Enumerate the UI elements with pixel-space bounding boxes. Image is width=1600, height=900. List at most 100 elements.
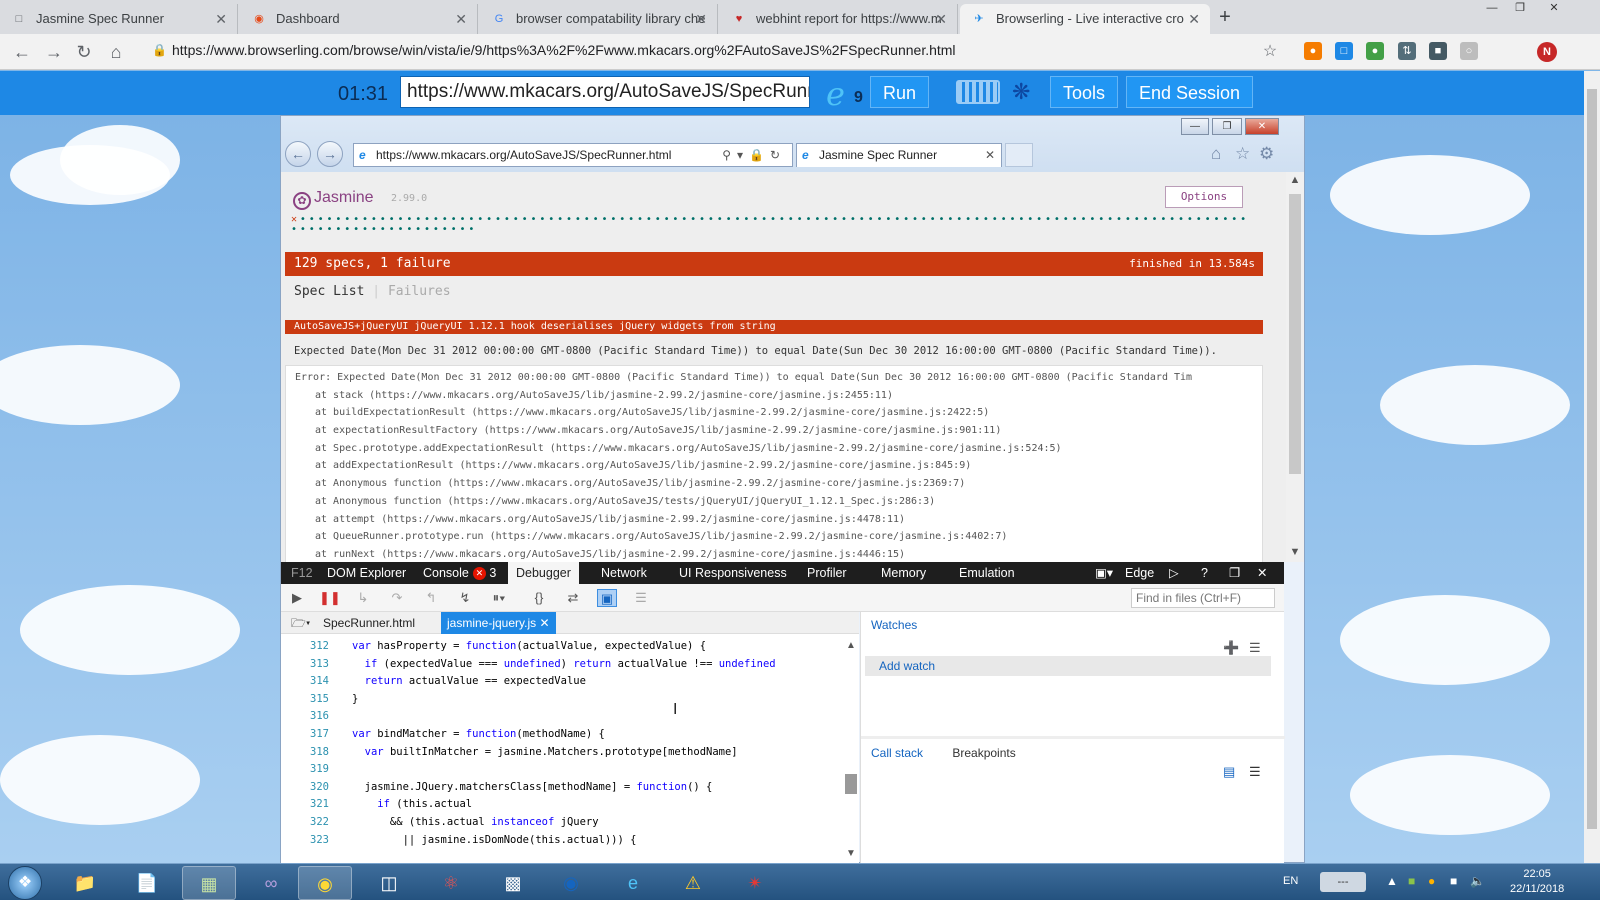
tab-profiler[interactable]: Profiler <box>799 562 855 584</box>
extension-icon[interactable]: ○ <box>1460 42 1478 60</box>
ie-back-icon[interactable]: ← <box>285 141 311 167</box>
line-number[interactable]: 317 <box>281 726 329 744</box>
language-indicator[interactable]: EN <box>1283 875 1298 887</box>
tab-debugger[interactable]: Debugger <box>508 562 579 584</box>
pretty-print-icon[interactable]: {} <box>529 589 549 607</box>
scroll-up-icon[interactable]: ▲ <box>843 640 859 651</box>
reload-icon[interactable]: ↻ <box>72 40 96 64</box>
ie-minimize-button[interactable]: — <box>1181 118 1209 135</box>
browser-tab[interactable]: □ Jasmine Spec Runner ✕ <box>0 4 238 34</box>
continue-icon[interactable]: ▶ <box>287 589 307 607</box>
ie-close-button[interactable]: ✕ <box>1245 118 1279 135</box>
internet-explorer-icon[interactable]: e <box>606 866 660 900</box>
engine-label[interactable]: Edge <box>1117 562 1162 584</box>
tab-dom-explorer[interactable]: DOM Explorer <box>319 562 414 584</box>
warning-app-icon[interactable]: ⚠ <box>666 866 720 900</box>
browserling-url-input[interactable]: https://www.mkacars.org/AutoSaveJS/SpecR… <box>400 76 810 108</box>
find-in-files-input[interactable]: Find in files (Ctrl+F) <box>1131 588 1275 608</box>
tools-button[interactable]: Tools <box>1050 76 1119 108</box>
maximize-button[interactable]: ❐ <box>1506 0 1534 18</box>
line-number[interactable]: 316 <box>281 708 329 726</box>
show-hidden-icons-icon[interactable]: ▲ <box>1386 874 1398 888</box>
target-selector-icon[interactable]: ▣▾ <box>1087 562 1121 584</box>
file-list-icon[interactable]: 🗁▾ <box>285 612 316 634</box>
address-bar[interactable]: https://www.browserling.com/browse/win/v… <box>172 42 956 58</box>
tab-breakpoints[interactable]: Breakpoints <box>952 746 1015 760</box>
profile-avatar[interactable]: N <box>1537 42 1557 62</box>
exception-behavior-icon[interactable]: ⏸▾ <box>489 589 509 607</box>
browser-tab[interactable]: ◉ Dashboard ✕ <box>240 4 478 34</box>
add-watch-button[interactable]: Add watch <box>865 656 1271 676</box>
back-icon[interactable]: ← <box>10 40 34 64</box>
break-on-new-worker-icon[interactable]: ↯ <box>455 589 475 607</box>
options-button[interactable]: Options <box>1165 186 1243 208</box>
tab-console[interactable]: Console ✕ 3 <box>415 562 504 584</box>
ie-forward-icon[interactable]: → <box>317 141 343 167</box>
file-tab-specrunner[interactable]: SpecRunner.html <box>317 612 421 634</box>
tab-memory[interactable]: Memory <box>873 562 934 584</box>
eclipse-icon[interactable]: ◉ <box>544 866 598 900</box>
code-scrollbar[interactable]: ▲ ▼ <box>843 634 859 864</box>
ie-new-tab-button[interactable] <box>1005 143 1033 167</box>
tray-app-icon[interactable]: ■ <box>1408 874 1415 888</box>
scroll-down-icon[interactable]: ▼ <box>1286 546 1304 558</box>
ie-tab-close-icon[interactable]: ✕ <box>985 144 995 166</box>
pane-divider[interactable] <box>861 736 1285 739</box>
line-number[interactable]: 323 <box>281 832 329 850</box>
extension-icon[interactable]: □ <box>1335 42 1353 60</box>
line-number[interactable]: 312 <box>281 638 329 656</box>
home-icon[interactable]: ⌂ <box>104 40 128 64</box>
ie-settings-icon[interactable]: ⚙ <box>1259 144 1274 164</box>
end-session-button[interactable]: End Session <box>1126 76 1254 108</box>
tab-call-stack[interactable]: Call stack <box>871 746 923 760</box>
ie-address-bar[interactable]: e https://www.mkacars.org/AutoSaveJS/Spe… <box>353 143 793 167</box>
ie-home-icon[interactable]: ⌂ <box>1211 144 1221 164</box>
ie-favorites-icon[interactable]: ☆ <box>1235 144 1250 164</box>
line-number[interactable]: 313 <box>281 656 329 674</box>
failed-spec-title[interactable]: AutoSaveJS+jQueryUI jQueryUI 1.12.1 hook… <box>285 320 1263 334</box>
break-icon[interactable]: ❚❚ <box>319 589 341 607</box>
extension-icon[interactable]: ⇅ <box>1398 42 1416 60</box>
splat-app-icon[interactable]: ✴ <box>728 866 782 900</box>
console-toggle-icon[interactable]: ▷ <box>1161 562 1187 584</box>
show-frames-icon[interactable]: ▤ <box>1223 764 1235 780</box>
extension-icon[interactable]: ● <box>1366 42 1384 60</box>
visual-studio-icon[interactable]: ∞ <box>244 866 298 900</box>
volume-icon[interactable]: 🔈 <box>1470 874 1485 888</box>
failures-link[interactable]: Failures <box>388 284 451 299</box>
step-out-icon[interactable]: ↰ <box>421 589 441 607</box>
line-number[interactable]: 318 <box>281 744 329 762</box>
scroll-down-icon[interactable]: ▼ <box>843 848 859 859</box>
close-devtools-icon[interactable]: ✕ <box>1249 562 1275 584</box>
close-file-tab-icon[interactable]: ✕ <box>539 616 549 630</box>
browser-tab[interactable]: Gbrowser compatability library che ✕ <box>480 4 718 34</box>
line-number[interactable]: 320 <box>281 779 329 797</box>
line-number[interactable]: 314 <box>281 673 329 691</box>
sourcetree-icon[interactable]: ⚛ <box>424 866 478 900</box>
spec-list-link[interactable]: Spec List <box>294 284 364 299</box>
notepad-icon[interactable]: 📄 <box>120 866 174 900</box>
file-tab-jasmine-jquery[interactable]: jasmine-jquery.js ✕ <box>441 612 556 634</box>
page-scrollbar[interactable] <box>1584 71 1600 863</box>
ie-content-scrollbar[interactable]: ▲ ▼ <box>1286 172 1304 562</box>
run-button[interactable]: Run <box>870 76 930 108</box>
star-icon[interactable]: ☆ <box>1258 40 1282 64</box>
explorer-icon[interactable]: 📁 <box>58 866 112 900</box>
start-button[interactable]: ❖ <box>8 866 42 900</box>
network-icon[interactable]: ■ <box>1450 874 1457 888</box>
bug-icon[interactable]: ❋ <box>1012 79 1030 105</box>
extension-icon[interactable]: ● <box>1304 42 1322 60</box>
undock-icon[interactable]: ❐ <box>1221 562 1248 584</box>
close-tab-icon[interactable]: ✕ <box>215 4 227 34</box>
tray-input-box[interactable]: --- <box>1320 872 1366 892</box>
help-icon[interactable]: ? <box>1193 562 1216 584</box>
delete-watches-icon[interactable]: ☰ <box>1249 640 1261 656</box>
browser-tab[interactable]: ✈ Browserling - Live interactive cro ✕ <box>960 4 1210 34</box>
line-number[interactable]: 322 <box>281 814 329 832</box>
source-code-view[interactable]: 312 var hasProperty = function(actualValu… <box>281 634 843 864</box>
close-tab-icon[interactable]: ✕ <box>1188 4 1200 34</box>
tab-ui-responsiveness[interactable]: UI Responsiveness <box>671 562 795 584</box>
minimize-button[interactable]: — <box>1478 0 1506 18</box>
forward-icon[interactable]: → <box>42 40 66 64</box>
step-into-icon[interactable]: ↳ <box>353 589 373 607</box>
